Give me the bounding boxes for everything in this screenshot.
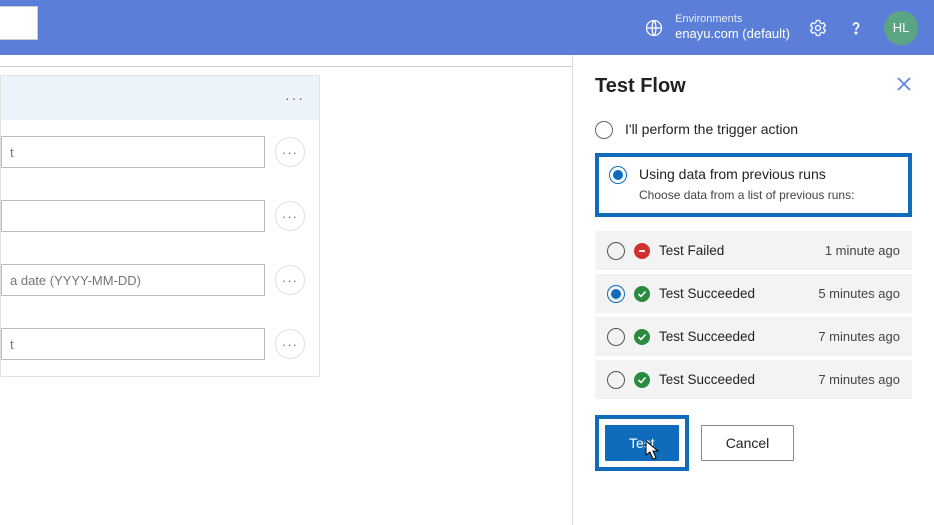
runs-list: Test Failed1 minute agoTest Succeeded5 m… bbox=[595, 231, 912, 399]
radio-icon[interactable] bbox=[607, 328, 625, 346]
flow-input-1[interactable] bbox=[1, 136, 265, 168]
panel-title: Test Flow bbox=[595, 75, 686, 98]
option-previous-runs-highlight: Using data from previous runs Choose dat… bbox=[595, 153, 912, 217]
test-button[interactable]: Test bbox=[605, 425, 679, 461]
cancel-button-label: Cancel bbox=[726, 435, 770, 451]
flow-step-card: ··· ··· ··· ··· ··· bbox=[0, 75, 320, 377]
option-previous-runs[interactable]: Using data from previous runs Choose dat… bbox=[609, 165, 898, 203]
flow-designer-canvas: ··· ··· ··· ··· ··· bbox=[0, 75, 320, 377]
run-item[interactable]: Test Succeeded5 minutes ago bbox=[595, 274, 912, 313]
row-menu-icon[interactable]: ··· bbox=[275, 265, 305, 295]
env-label: Environments bbox=[675, 13, 790, 27]
row-menu-icon[interactable]: ··· bbox=[275, 329, 305, 359]
run-item[interactable]: Test Succeeded7 minutes ago bbox=[595, 360, 912, 399]
option-manual[interactable]: I'll perform the trigger action bbox=[595, 116, 912, 149]
radio-icon[interactable] bbox=[607, 371, 625, 389]
test-flow-panel: Test Flow I'll perform the trigger actio… bbox=[572, 55, 934, 525]
run-timestamp: 7 minutes ago bbox=[818, 329, 900, 344]
option-previous-runs-label: Using data from previous runs bbox=[639, 165, 854, 184]
globe-icon bbox=[644, 18, 664, 38]
run-timestamp: 7 minutes ago bbox=[818, 372, 900, 387]
row-menu-icon[interactable]: ··· bbox=[275, 137, 305, 167]
app-header: Environments enayu.com (default) HL bbox=[0, 0, 934, 55]
avatar[interactable]: HL bbox=[884, 11, 918, 45]
flow-input-2[interactable] bbox=[1, 200, 265, 232]
cancel-button[interactable]: Cancel bbox=[701, 425, 795, 461]
env-value: enayu.com (default) bbox=[675, 26, 790, 42]
check-icon bbox=[634, 286, 650, 302]
radio-icon[interactable] bbox=[609, 166, 627, 184]
flow-input-4[interactable] bbox=[1, 328, 265, 360]
run-name: Test Succeeded bbox=[659, 286, 818, 301]
test-button-label: Test bbox=[629, 435, 655, 451]
option-previous-runs-sub: Choose data from a list of previous runs… bbox=[639, 187, 854, 203]
run-item[interactable]: Test Succeeded7 minutes ago bbox=[595, 317, 912, 356]
run-name: Test Succeeded bbox=[659, 372, 818, 387]
check-icon bbox=[634, 372, 650, 388]
run-name: Test Succeeded bbox=[659, 329, 818, 344]
radio-icon[interactable] bbox=[607, 242, 625, 260]
row-menu-icon[interactable]: ··· bbox=[275, 201, 305, 231]
help-icon[interactable] bbox=[846, 18, 866, 38]
close-icon[interactable] bbox=[896, 76, 912, 97]
run-timestamp: 1 minute ago bbox=[825, 243, 900, 258]
option-manual-label: I'll perform the trigger action bbox=[625, 120, 798, 139]
check-icon bbox=[634, 329, 650, 345]
gear-icon[interactable] bbox=[808, 18, 828, 38]
fail-icon bbox=[634, 243, 650, 259]
run-name: Test Failed bbox=[659, 243, 825, 258]
run-item[interactable]: Test Failed1 minute ago bbox=[595, 231, 912, 270]
search-input[interactable] bbox=[0, 6, 38, 40]
flow-input-3[interactable] bbox=[1, 264, 265, 296]
test-button-highlight: Test bbox=[595, 415, 689, 471]
radio-icon[interactable] bbox=[595, 121, 613, 139]
run-timestamp: 5 minutes ago bbox=[818, 286, 900, 301]
radio-icon[interactable] bbox=[607, 285, 625, 303]
card-menu-icon[interactable]: ··· bbox=[285, 90, 305, 106]
environment-picker[interactable]: Environments enayu.com (default) bbox=[644, 13, 790, 43]
